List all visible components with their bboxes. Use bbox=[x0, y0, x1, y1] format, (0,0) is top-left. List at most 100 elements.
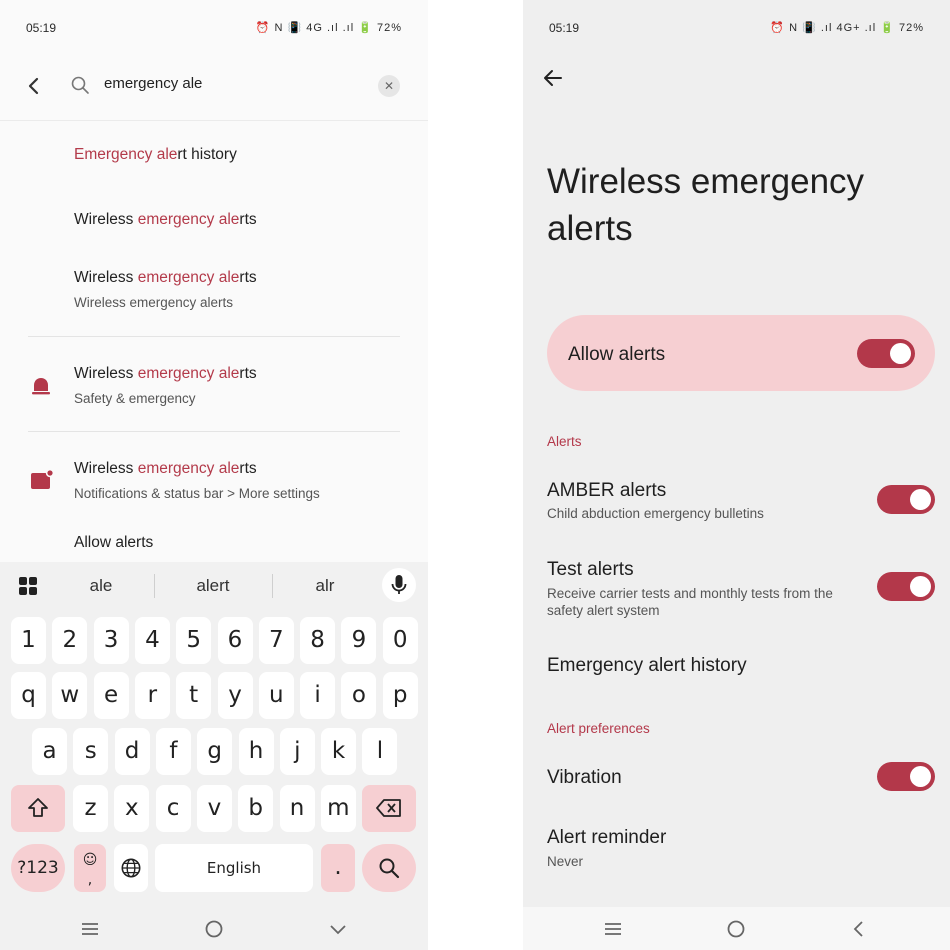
key-7[interactable]: 7 bbox=[258, 617, 294, 664]
result-title: Allow alerts bbox=[74, 534, 154, 551]
status-time: 05:19 bbox=[549, 21, 580, 35]
home-icon[interactable] bbox=[724, 917, 748, 941]
menu-icon[interactable] bbox=[601, 917, 625, 941]
apps-grid-icon[interactable] bbox=[18, 576, 38, 596]
key-z[interactable]: z bbox=[73, 785, 108, 832]
menu-icon[interactable] bbox=[78, 917, 102, 941]
page-title: Wireless emergency alerts bbox=[547, 162, 865, 248]
emergency-alert-history-item[interactable]: Emergency alert history bbox=[547, 655, 747, 677]
search-key[interactable] bbox=[362, 844, 416, 892]
suggestion-3[interactable]: alr bbox=[270, 576, 380, 596]
test-alerts-toggle[interactable] bbox=[877, 572, 935, 601]
key-q[interactable]: q bbox=[11, 672, 46, 719]
search-result-wea-sub[interactable]: Wireless emergency alerts Wireless emerg… bbox=[74, 269, 408, 310]
search-input[interactable] bbox=[104, 75, 354, 92]
key-j[interactable]: j bbox=[279, 728, 315, 775]
toggle-knob bbox=[910, 489, 931, 510]
status-bar: 05:19 ⏰ N 📳 .ıl 4G+ .ıl 🔋 72% bbox=[523, 0, 950, 56]
result-title: Emergency alert history bbox=[74, 146, 237, 163]
chevron-down-icon[interactable] bbox=[326, 917, 350, 941]
section-header-alert-preferences: Alert preferences bbox=[547, 721, 650, 736]
allow-alerts-toggle[interactable] bbox=[857, 339, 915, 368]
search-result-alert-history[interactable]: Emergency alert history bbox=[74, 146, 408, 164]
amber-alerts-toggle[interactable] bbox=[877, 485, 935, 514]
key-n[interactable]: n bbox=[279, 785, 315, 832]
status-icons: ⏰ N 📳 .ıl 4G+ .ıl 🔋 72% bbox=[770, 22, 924, 34]
key-u[interactable]: u bbox=[258, 672, 294, 719]
key-3[interactable]: 3 bbox=[93, 617, 129, 664]
key-s[interactable]: s bbox=[73, 728, 109, 775]
symbols-key[interactable]: ?123 bbox=[11, 844, 65, 892]
mic-icon bbox=[391, 575, 407, 594]
emoji-comma-key[interactable]: ☺ , bbox=[74, 844, 106, 892]
clear-search-icon[interactable]: ✕ bbox=[378, 75, 400, 97]
back-arrow-icon[interactable] bbox=[541, 66, 565, 90]
home-icon[interactable] bbox=[202, 917, 226, 941]
key-k[interactable]: k bbox=[321, 728, 357, 775]
result-title: Wireless emergency alerts bbox=[74, 269, 257, 286]
vibration-title[interactable]: Vibration bbox=[547, 767, 622, 789]
divider bbox=[0, 120, 428, 121]
key-2[interactable]: 2 bbox=[52, 617, 88, 664]
key-w[interactable]: w bbox=[52, 672, 88, 719]
siren-icon bbox=[32, 378, 50, 395]
search-icon bbox=[71, 76, 89, 94]
key-h[interactable]: h bbox=[238, 728, 274, 775]
key-e[interactable]: e bbox=[93, 672, 129, 719]
key-r[interactable]: r bbox=[134, 672, 170, 719]
alert-reminder-title[interactable]: Alert reminder bbox=[547, 827, 666, 849]
amber-alerts-title[interactable]: AMBER alerts bbox=[547, 480, 666, 502]
search-result-notifications[interactable]: Wireless emergency alerts Notifications … bbox=[74, 460, 408, 501]
search-screen: 05:19 ⏰ N 📳 4G .ıl .ıl 🔋 72% ✕ Emergency… bbox=[0, 0, 428, 950]
key-c[interactable]: c bbox=[155, 785, 191, 832]
search-result-allow-alerts[interactable]: Allow alerts bbox=[74, 534, 408, 552]
test-alerts-title[interactable]: Test alerts bbox=[547, 559, 634, 581]
key-t[interactable]: t bbox=[176, 672, 212, 719]
key-8[interactable]: 8 bbox=[300, 617, 336, 664]
key-d[interactable]: d bbox=[114, 728, 150, 775]
emoji-icon: ☺ bbox=[82, 852, 98, 868]
key-0[interactable]: 0 bbox=[382, 617, 418, 664]
key-9[interactable]: 9 bbox=[341, 617, 377, 664]
shift-key[interactable] bbox=[11, 785, 65, 832]
key-l[interactable]: l bbox=[362, 728, 398, 775]
key-v[interactable]: v bbox=[196, 785, 232, 832]
back-chevron-icon[interactable] bbox=[847, 917, 871, 941]
allow-alerts-card[interactable]: Allow alerts bbox=[547, 315, 935, 391]
key-g[interactable]: g bbox=[197, 728, 233, 775]
backspace-key[interactable] bbox=[362, 785, 416, 832]
search-result-safety[interactable]: Wireless emergency alerts Safety & emerg… bbox=[74, 365, 408, 406]
key-a[interactable]: a bbox=[32, 728, 67, 775]
globe-key[interactable] bbox=[114, 844, 148, 892]
key-b[interactable]: b bbox=[238, 785, 274, 832]
period-key[interactable]: . bbox=[321, 844, 355, 892]
globe-icon bbox=[121, 858, 141, 878]
notification-icon bbox=[31, 468, 53, 489]
key-4[interactable]: 4 bbox=[134, 617, 170, 664]
suggestion-1[interactable]: ale bbox=[46, 576, 156, 596]
key-6[interactable]: 6 bbox=[217, 617, 253, 664]
key-p[interactable]: p bbox=[382, 672, 418, 719]
comma-label: , bbox=[87, 872, 93, 888]
wireless-alerts-screen: 05:19 ⏰ N 📳 .ıl 4G+ .ıl 🔋 72% Wireless e… bbox=[523, 0, 950, 950]
status-icons: ⏰ N 📳 4G .ıl .ıl 🔋 72% bbox=[255, 22, 402, 34]
vibration-toggle[interactable] bbox=[877, 762, 935, 791]
space-key[interactable]: English bbox=[155, 844, 313, 892]
key-o[interactable]: o bbox=[341, 672, 377, 719]
shift-icon bbox=[28, 798, 48, 817]
mic-button[interactable] bbox=[382, 568, 416, 602]
allow-alerts-label: Allow alerts bbox=[568, 344, 666, 365]
key-x[interactable]: x bbox=[114, 785, 150, 832]
key-m[interactable]: m bbox=[320, 785, 356, 832]
key-f[interactable]: f bbox=[155, 728, 191, 775]
result-title: Wireless emergency alerts bbox=[74, 365, 257, 382]
search-result-wea[interactable]: Wireless emergency alerts bbox=[74, 211, 408, 229]
key-i[interactable]: i bbox=[300, 672, 336, 719]
status-bar: 05:19 ⏰ N 📳 4G .ıl .ıl 🔋 72% bbox=[0, 0, 428, 56]
suggestion-2[interactable]: alert bbox=[158, 576, 268, 596]
test-alerts-subtitle: Receive carrier tests and monthly tests … bbox=[547, 586, 833, 618]
key-y[interactable]: y bbox=[217, 672, 253, 719]
key-5[interactable]: 5 bbox=[176, 617, 212, 664]
key-1[interactable]: 1 bbox=[11, 617, 46, 664]
back-chevron-icon[interactable] bbox=[22, 74, 46, 98]
